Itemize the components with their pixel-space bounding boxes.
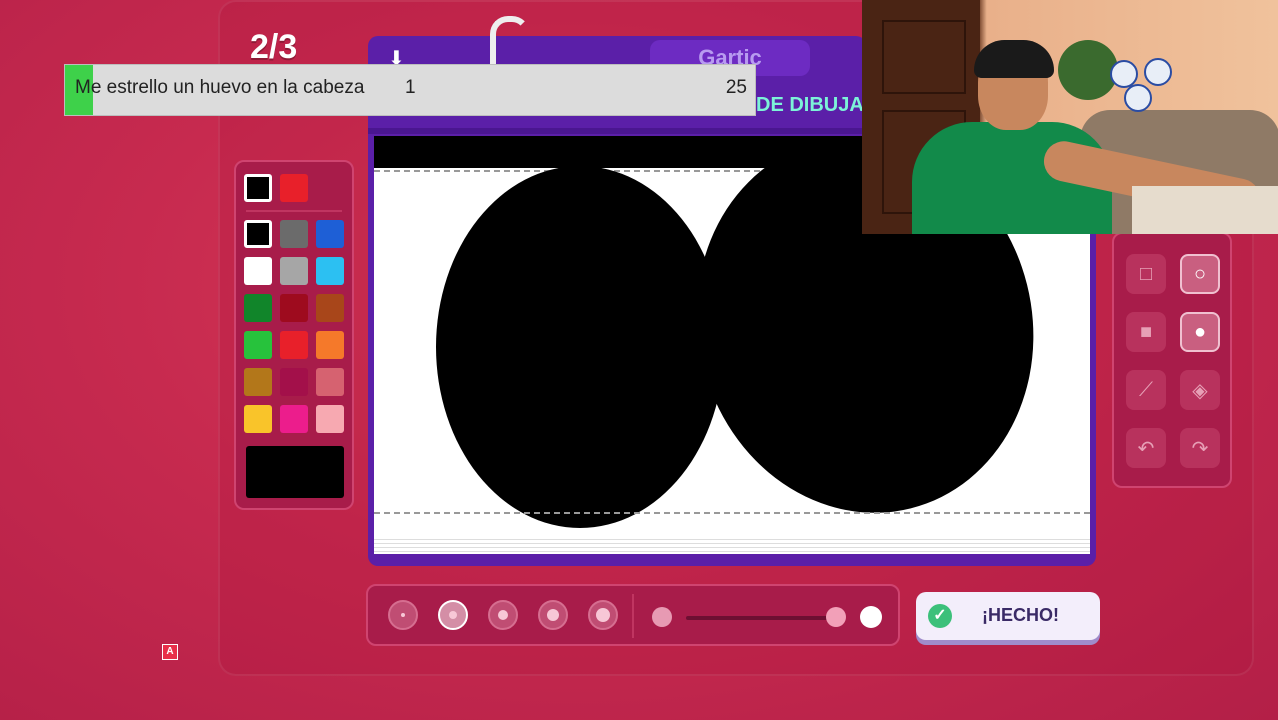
prompt-number-left: 1 [405,77,416,98]
recent-color-swatch[interactable] [244,174,272,202]
opacity-slider-track[interactable] [686,616,844,620]
line-tool-icon[interactable]: ⟋ [1126,370,1166,410]
canvas-page-edge [374,536,1090,554]
brush-size-option[interactable] [438,600,468,630]
opacity-min-dot [652,607,672,627]
color-swatch[interactable] [280,331,308,359]
color-swatch[interactable] [244,331,272,359]
webcam-ball [1124,84,1152,112]
brush-size-bar [366,584,900,646]
color-swatch[interactable] [316,220,344,248]
fill-bucket-tool-icon[interactable]: ◈ [1180,370,1220,410]
current-color-preview [246,446,344,498]
brush-size-option[interactable] [488,600,518,630]
ellipse-outline-tool-icon[interactable]: ○ [1180,254,1220,294]
check-circle-icon: ✓ [928,604,952,628]
tool-panel: □ ○ ■ ● ⟋ ◈ ↶ ↷ [1112,232,1232,488]
prompt-bar: Me estrello un huevo en la cabeza 1 25 [64,64,756,116]
color-swatch[interactable] [244,257,272,285]
prompt-text: Me estrello un huevo en la cabeza [75,77,365,98]
done-button[interactable]: ✓ ¡HECHO! [916,592,1100,640]
canvas-guide-bottom [374,512,1090,514]
palette-divider [246,210,342,212]
brush-size-option[interactable] [388,600,418,630]
color-swatch[interactable] [280,405,308,433]
color-swatch[interactable] [280,257,308,285]
square-filled-tool-icon[interactable]: ■ [1126,312,1166,352]
size-bar-divider [632,594,634,638]
color-swatch[interactable] [280,220,308,248]
brush-size-option[interactable] [538,600,568,630]
color-swatch[interactable] [316,294,344,322]
round-counter: 2/3 [250,28,298,66]
color-swatch[interactable] [316,257,344,285]
color-swatch[interactable] [280,368,308,396]
square-outline-tool-icon[interactable]: □ [1126,254,1166,294]
undo-icon[interactable]: ↶ [1126,428,1166,468]
color-swatch[interactable] [316,368,344,396]
redo-icon[interactable]: ↷ [1180,428,1220,468]
mode-title: DE DIBUJA [756,94,864,116]
color-swatch[interactable] [244,368,272,396]
badge: A [162,644,178,660]
brush-size-option[interactable] [588,600,618,630]
color-swatch[interactable] [244,405,272,433]
opacity-slider-handle[interactable] [826,607,847,627]
recent-color-swatch[interactable] [280,174,308,202]
prompt-number-right: 25 [725,77,747,98]
color-swatch[interactable] [280,294,308,322]
webcam-overlay [862,0,1278,234]
color-palette [234,160,354,510]
webcam-desk [1132,186,1278,234]
webcam-ball [1144,58,1172,86]
opacity-max-dot [860,606,882,628]
color-swatch[interactable] [316,331,344,359]
ellipse-filled-tool-icon[interactable]: ● [1180,312,1220,352]
color-swatch[interactable] [316,405,344,433]
drawn-ellipse-left [436,166,724,528]
done-button-label: ¡HECHO! [982,605,1059,625]
webcam-plant [1058,40,1118,100]
webcam-person-hair [974,40,1054,78]
color-swatch[interactable] [244,220,272,248]
color-swatch[interactable] [244,294,272,322]
